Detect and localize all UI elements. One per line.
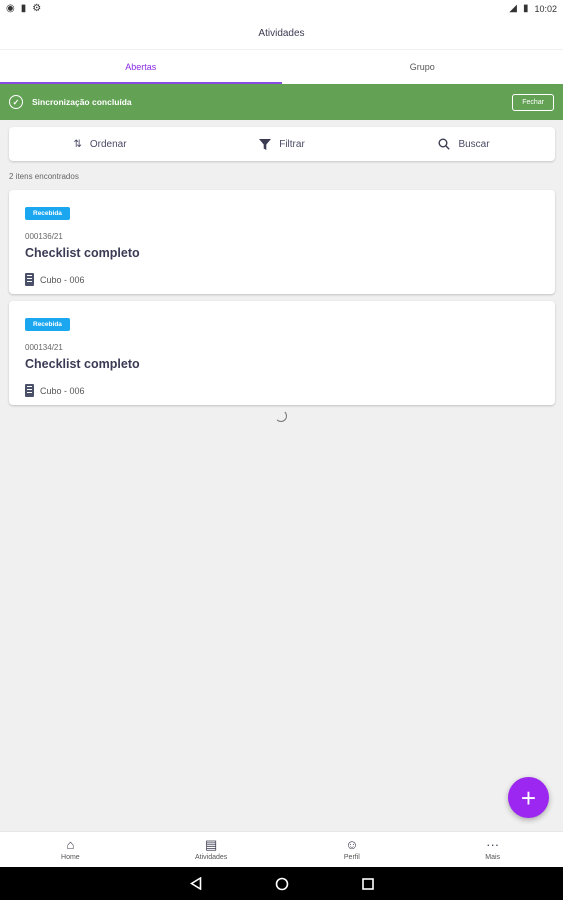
result-count: 2 itens encontrados [9, 172, 79, 181]
check-circle-icon: ✓ [9, 95, 23, 109]
nav-item-atividades[interactable]: ▤ Atividades [141, 832, 282, 867]
close-banner-button[interactable]: Fechar [512, 93, 554, 111]
search-icon [438, 138, 451, 150]
nav-item-perfil[interactable]: ☺ Perfil [282, 832, 423, 867]
tab-abertas[interactable]: Abertas [0, 50, 282, 84]
activity-code: 000134/21 [25, 343, 63, 352]
bottom-nav: ⌂ Home ▤ Atividades ☺ Perfil ··· Mais [0, 831, 563, 867]
plus-icon: + [520, 782, 537, 813]
notification-icon: ◉ [6, 3, 15, 14]
location-label: Cubo - 006 [40, 385, 85, 396]
status-bar-left: ◉ ▮ ⚙ [6, 4, 41, 14]
order-button[interactable]: ⇅ Ordenar [9, 127, 191, 161]
back-button[interactable] [188, 876, 204, 892]
nav-item-home[interactable]: ⌂ Home [0, 832, 141, 867]
back-icon [189, 877, 201, 890]
loading-spinner [275, 410, 287, 422]
status-time: 10:02 [534, 4, 557, 14]
add-activity-button[interactable]: + [508, 777, 549, 818]
signal-icon: ◢ [509, 3, 517, 14]
filter-label: Filtrar [279, 138, 305, 150]
tab-label: Grupo [409, 62, 435, 72]
circle-home-icon [275, 877, 288, 890]
activity-location: Cubo - 006 [25, 273, 539, 286]
building-icon [25, 384, 34, 397]
status-bar: ◉ ▮ ⚙ ◢ ▮ 10:02 [0, 0, 563, 18]
status-badge: Recebida [25, 318, 70, 331]
battery-icon: ▮ [522, 3, 529, 14]
search-label: Buscar [458, 138, 490, 150]
filter-icon [259, 138, 272, 150]
activity-location: Cubo - 006 [25, 384, 539, 397]
recents-button[interactable] [360, 876, 376, 892]
sim-icon: ▮ [20, 3, 27, 14]
home-icon: ⌂ [66, 837, 75, 852]
inbox-icon: ▤ [204, 837, 218, 852]
list-toolbar: ⇅ Ordenar Filtrar Buscar [9, 127, 555, 161]
tab-bar: Abertas Grupo [0, 49, 563, 84]
sync-banner: ✓ Sincronização concluída Fechar [0, 84, 563, 120]
square-recents-icon [361, 877, 374, 890]
nav-label: Mais [485, 854, 501, 861]
search-button[interactable]: Buscar [373, 127, 555, 161]
app-bar: Atividades [0, 18, 563, 49]
status-badge: Recebida [25, 207, 70, 220]
nav-label: Atividades [194, 854, 228, 861]
tab-grupo[interactable]: Grupo [282, 50, 563, 84]
sort-icon: ⇅ [73, 138, 82, 150]
home-system-button[interactable] [274, 876, 290, 892]
building-icon [25, 273, 34, 286]
settings-icon: ⚙ [32, 3, 42, 14]
nav-label: Perfil [343, 854, 360, 861]
activity-code: 000136/21 [25, 232, 63, 241]
more-icon: ··· [486, 837, 500, 852]
profile-icon: ☺ [345, 837, 359, 852]
filter-button[interactable]: Filtrar [191, 127, 373, 161]
location-label: Cubo - 006 [40, 274, 85, 285]
activity-title: Checklist completo [25, 246, 140, 260]
system-nav-bar [0, 867, 563, 900]
order-label: Ordenar [89, 138, 127, 150]
tab-label: Abertas [125, 62, 157, 72]
banner-text: Sincronização concluída [32, 97, 132, 107]
status-bar-right: ◢ ▮ 10:02 [509, 3, 557, 15]
activity-card[interactable]: Recebida 000136/21 Checklist completo Cu… [9, 190, 555, 294]
activity-card[interactable]: Recebida 000134/21 Checklist completo Cu… [9, 301, 555, 405]
nav-item-mais[interactable]: ··· Mais [422, 832, 563, 867]
page-title: Atividades [258, 28, 305, 39]
nav-label: Home [61, 854, 80, 861]
activity-title: Checklist completo [25, 357, 140, 371]
